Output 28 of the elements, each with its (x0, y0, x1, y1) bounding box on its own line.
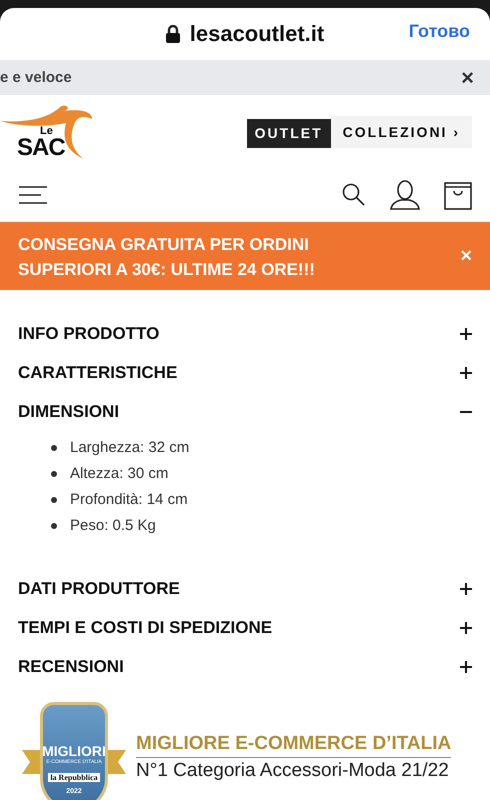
bullet-icon (51, 523, 57, 529)
accordion-header[interactable]: INFO PRODOTTO (18, 314, 472, 353)
award-subline: N°1 Categoria Accessori-Moda 21/22 (136, 760, 450, 782)
accordion-header[interactable]: DATI PRODUTTORE (18, 569, 472, 608)
accordion-header[interactable]: TEMPI E COSTI DI SPEDIZIONE (18, 608, 472, 647)
shopping-bag-icon[interactable] (444, 180, 472, 210)
spec-item: Profondità: 14 cm (70, 491, 188, 509)
search-icon[interactable] (342, 183, 366, 207)
spec-item: Altezza: 30 cm (70, 465, 168, 483)
accordion-header[interactable]: CARATTERISTICHE (18, 353, 472, 392)
done-button[interactable]: Готово (408, 21, 470, 42)
promo-text: CONSEGNA GRATUITA PER ORDINI SUPERIORI A 30€: ULTIME 24 ORE!!! (18, 234, 316, 280)
close-button[interactable]: × (461, 66, 474, 88)
spec-item: Peso: 0.5 Kg (70, 517, 156, 535)
lock-icon (166, 25, 180, 43)
menu-icon[interactable] (18, 185, 48, 205)
user-icon[interactable] (390, 180, 420, 210)
collections-link[interactable]: COLLEZIONI › (330, 116, 472, 148)
accordion-header[interactable]: RECENSIONI (18, 647, 472, 686)
award-headline: MIGLIORE E-COMMERCE D’ITALIA (136, 732, 452, 758)
notice-text: e e veloce (0, 69, 72, 86)
spec-item: Larghezza: 32 cm (70, 439, 190, 457)
bullet-icon (51, 445, 57, 451)
outlet-link[interactable]: OUTLET (246, 119, 331, 148)
accordion-header[interactable]: DIMENSIONI (18, 392, 472, 431)
bullet-icon (51, 497, 57, 503)
bullet-icon (51, 471, 57, 477)
address-text[interactable]: lesacoutlet.it (190, 21, 324, 47)
